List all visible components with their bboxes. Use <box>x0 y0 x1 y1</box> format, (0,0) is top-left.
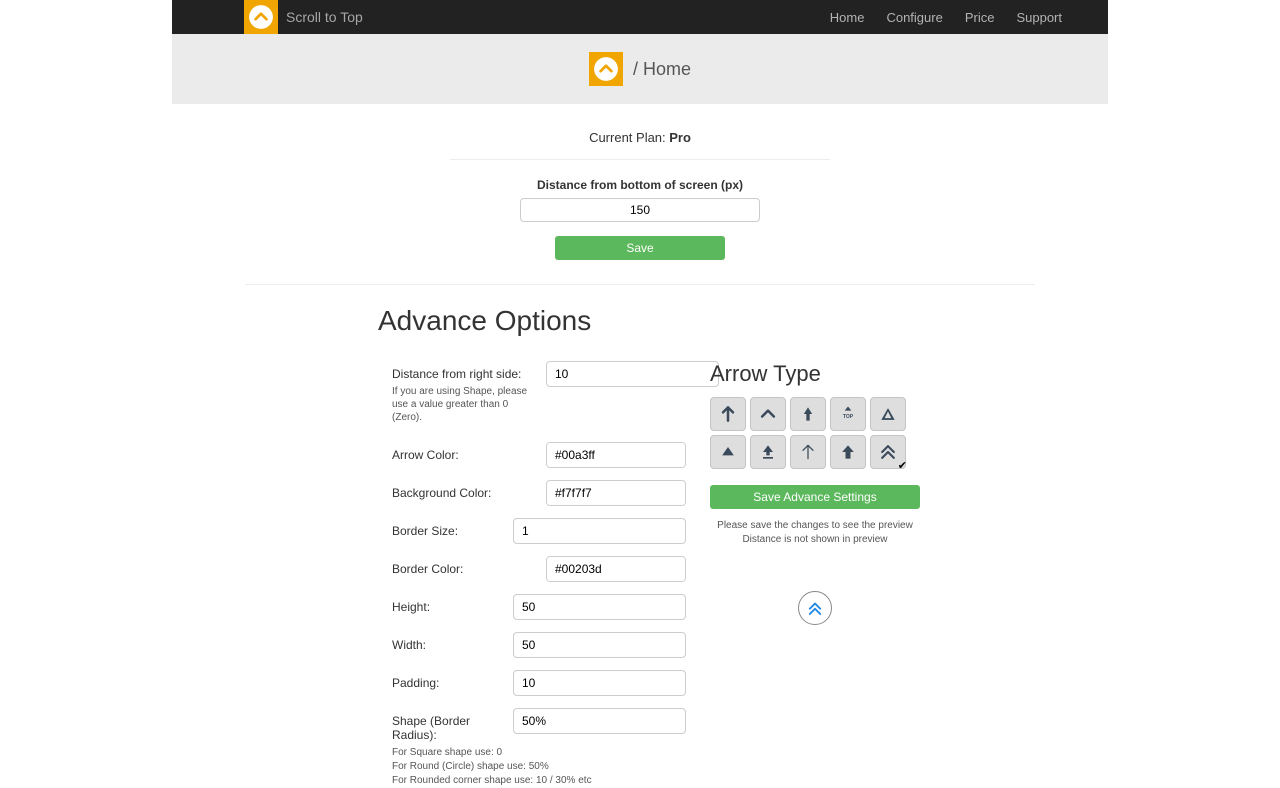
arrow-option-9[interactable] <box>830 435 866 469</box>
main-divider <box>245 284 1035 285</box>
preview-note: Please save the changes to see the previ… <box>710 519 920 547</box>
hint-right-side: If you are using Shape, please use a val… <box>392 385 532 424</box>
border-color-field <box>546 556 686 582</box>
arrow-option-4[interactable]: TOP <box>830 397 866 431</box>
input-border-color[interactable] <box>547 557 686 581</box>
shape-hints: For Square shape use: 0 For Round (Circl… <box>392 746 686 788</box>
sub-logo-icon <box>589 52 623 86</box>
preview-scroll-button[interactable] <box>798 591 832 625</box>
label-width: Width: <box>392 632 513 652</box>
plan-row: Current Plan: Pro <box>0 104 1280 153</box>
brand-text: Scroll to Top <box>286 9 363 25</box>
shape-hint-2: For Round (Circle) shape use: 50% <box>392 760 686 774</box>
input-shape[interactable] <box>513 708 686 734</box>
plan-label: Current Plan: <box>589 130 669 145</box>
arrow-option-10[interactable] <box>870 435 906 469</box>
label-border-size: Border Size: <box>392 518 513 538</box>
label-shape: Shape (Border Radius): <box>392 708 513 742</box>
label-border-color: Border Color: <box>392 556 546 576</box>
row-arrow-color: Arrow Color: <box>392 442 686 468</box>
row-right-side: Distance from right side: If you are usi… <box>392 361 686 424</box>
input-height[interactable] <box>513 594 686 620</box>
label-height: Height: <box>392 594 513 614</box>
input-border-size[interactable] <box>513 518 686 544</box>
advance-options-title: Advance Options <box>378 305 1280 337</box>
arrow-option-8[interactable] <box>790 435 826 469</box>
input-arrow-color[interactable] <box>547 443 686 467</box>
arrow-option-3[interactable] <box>790 397 826 431</box>
form-grid: Distance from right side: If you are usi… <box>392 361 1280 788</box>
breadcrumb: / Home <box>633 59 691 80</box>
arrow-option-5[interactable] <box>870 397 906 431</box>
shape-hint-1: For Square shape use: 0 <box>392 746 686 760</box>
input-right-side[interactable] <box>546 361 719 387</box>
preview-note-2: Distance is not shown in preview <box>710 533 920 547</box>
row-bg-color: Background Color: <box>392 480 686 506</box>
row-shape: Shape (Border Radius): <box>392 708 686 742</box>
nav-link-configure[interactable]: Configure <box>886 10 942 25</box>
input-width[interactable] <box>513 632 686 658</box>
row-padding: Padding: <box>392 670 686 696</box>
arrow-option-1[interactable] <box>710 397 746 431</box>
row-height: Height: <box>392 594 686 620</box>
save-button[interactable]: Save <box>555 236 725 260</box>
navbar: Scroll to Top Home Configure Price Suppo… <box>172 0 1108 34</box>
row-border-size: Border Size: <box>392 518 686 544</box>
preview-note-1: Please save the changes to see the previ… <box>710 519 920 533</box>
save-advance-button[interactable]: Save Advance Settings <box>710 485 920 509</box>
nav-links: Home Configure Price Support <box>830 10 1062 25</box>
distance-label: Distance from bottom of screen (px) <box>0 178 1280 192</box>
logo-icon <box>244 0 278 34</box>
input-padding[interactable] <box>513 670 686 696</box>
arrow-option-6[interactable] <box>710 435 746 469</box>
distance-input[interactable] <box>520 198 760 222</box>
right-column: Arrow Type TOP Save Advance Settings Ple… <box>710 361 920 788</box>
arrow-grid: TOP <box>710 397 920 469</box>
distance-group: Distance from bottom of screen (px) Save <box>0 178 1280 260</box>
navbar-left: Scroll to Top <box>172 0 363 34</box>
svg-text:TOP: TOP <box>843 414 854 420</box>
label-right-side: Distance from right side: <box>392 361 546 381</box>
nav-link-support[interactable]: Support <box>1016 10 1062 25</box>
label-arrow-color: Arrow Color: <box>392 442 546 462</box>
plan-value: Pro <box>669 130 691 145</box>
arrow-option-7[interactable] <box>750 435 786 469</box>
sub-header: / Home <box>172 34 1108 104</box>
label-bg-color: Background Color: <box>392 480 546 500</box>
arrow-color-field <box>546 442 686 468</box>
nav-link-home[interactable]: Home <box>830 10 865 25</box>
bg-color-field <box>546 480 686 506</box>
shape-hint-3: For Rounded corner shape use: 10 / 30% e… <box>392 774 686 788</box>
row-border-color: Border Color: <box>392 556 686 582</box>
form-left: Distance from right side: If you are usi… <box>392 361 686 788</box>
label-padding: Padding: <box>392 670 513 690</box>
input-bg-color[interactable] <box>547 481 686 505</box>
row-width: Width: <box>392 632 686 658</box>
nav-link-price[interactable]: Price <box>965 10 995 25</box>
divider <box>450 159 830 160</box>
arrow-type-title: Arrow Type <box>710 361 920 387</box>
arrow-option-2[interactable] <box>750 397 786 431</box>
